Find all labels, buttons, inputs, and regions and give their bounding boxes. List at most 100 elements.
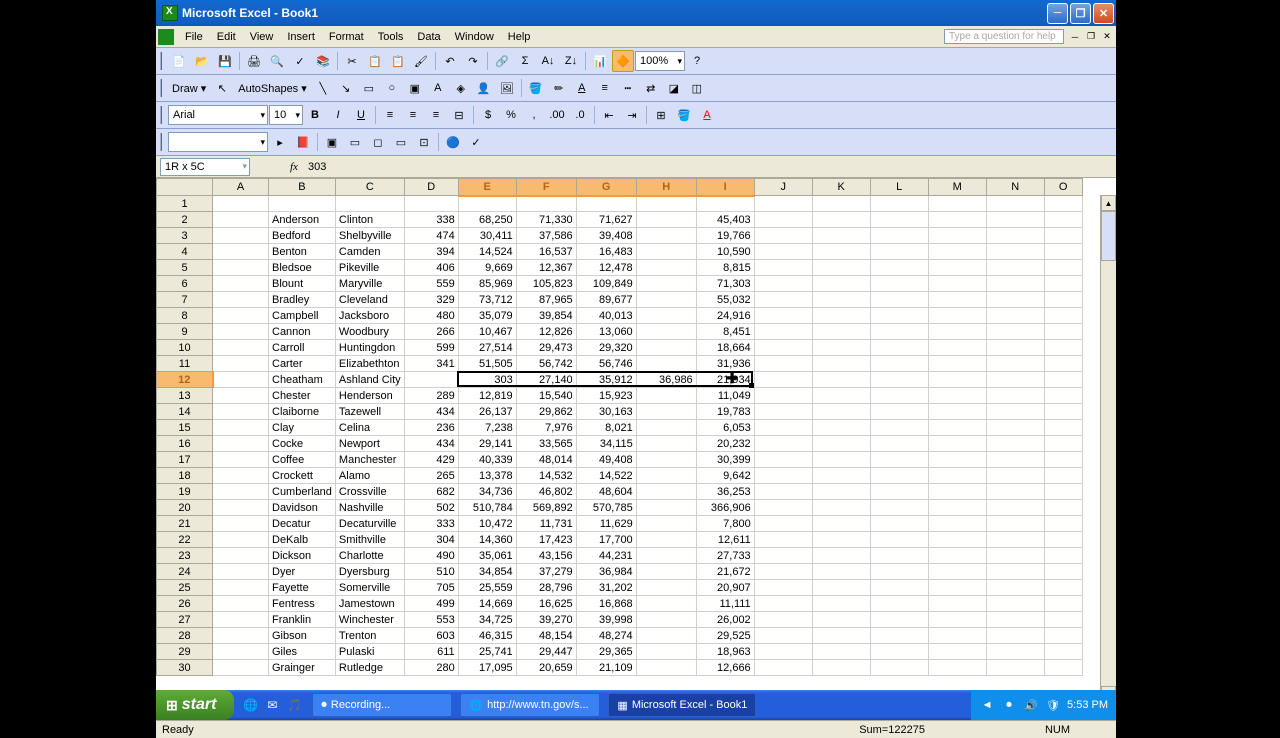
cell-B29[interactable]: Giles [269,644,336,660]
cell-J19[interactable] [754,484,812,500]
cell-K13[interactable] [812,388,870,404]
italic-icon[interactable]: I [327,104,349,126]
cell-N22[interactable] [986,532,1044,548]
cell-C15[interactable]: Celina [335,420,404,436]
cell-K8[interactable] [812,308,870,324]
cell-L30[interactable] [870,660,928,676]
cell-J18[interactable] [754,468,812,484]
diagram-icon[interactable]: ◈ [450,77,472,99]
cell-L2[interactable] [870,212,928,228]
cell-F25[interactable]: 28,796 [516,580,576,596]
cell-D16[interactable]: 434 [404,436,458,452]
cell-N15[interactable] [986,420,1044,436]
cell-M30[interactable] [928,660,986,676]
cell-D11[interactable]: 341 [404,356,458,372]
cell-B6[interactable]: Blount [269,276,336,292]
cell-B28[interactable]: Gibson [269,628,336,644]
arrow-style-icon[interactable]: ⇄ [640,77,662,99]
row-header-29[interactable]: 29 [157,644,213,660]
cell-G8[interactable]: 40,013 [576,308,636,324]
cell-H16[interactable] [636,436,696,452]
font-color-icon[interactable]: A [696,104,718,126]
line-icon[interactable]: ╲ [312,77,334,99]
cell-C1[interactable] [335,196,404,212]
maximize-button[interactable]: ❐ [1070,3,1091,24]
cell-J2[interactable] [754,212,812,228]
menu-data[interactable]: Data [410,29,447,45]
spreadsheet-grid[interactable]: ABCDEFGHIJKLMNO12AndersonClinton33868,25… [156,178,1116,702]
cell-B26[interactable]: Fentress [269,596,336,612]
cell-K11[interactable] [812,356,870,372]
cell-L9[interactable] [870,324,928,340]
cut-icon[interactable]: ✂ [341,50,363,72]
row-header-25[interactable]: 25 [157,580,213,596]
toolbar-grip[interactable] [160,133,164,151]
cell-C25[interactable]: Somerville [335,580,404,596]
cell-H6[interactable] [636,276,696,292]
font-name-dropdown[interactable]: Arial [168,105,268,125]
cell-A15[interactable] [213,420,269,436]
cell-A16[interactable] [213,436,269,452]
cell-B30[interactable]: Grainger [269,660,336,676]
cell-O3[interactable] [1044,228,1082,244]
fill-color-icon[interactable]: 🪣 [525,77,547,99]
cell-I17[interactable]: 30,399 [696,452,754,468]
3d-icon[interactable]: ◫ [686,77,708,99]
cell-B20[interactable]: Davidson [269,500,336,516]
line-style-icon[interactable]: ≡ [594,77,616,99]
cell-G12[interactable]: 35,912 [576,372,636,388]
cell-J3[interactable] [754,228,812,244]
bold-icon[interactable]: B [304,104,326,126]
cell-I26[interactable]: 11,111 [696,596,754,612]
cell-G30[interactable]: 21,109 [576,660,636,676]
print-icon[interactable]: 🖨 [243,50,265,72]
cell-A11[interactable] [213,356,269,372]
cell-B16[interactable]: Cocke [269,436,336,452]
cell-A2[interactable] [213,212,269,228]
system-tray[interactable]: ◄ ⏺ 🔊 🛡 5:53 PM [971,690,1116,720]
cell-A3[interactable] [213,228,269,244]
cell-H28[interactable] [636,628,696,644]
cell-F1[interactable] [516,196,576,212]
scroll-thumb[interactable] [1101,211,1116,261]
cell-M8[interactable] [928,308,986,324]
cell-F3[interactable]: 37,586 [516,228,576,244]
cell-O29[interactable] [1044,644,1082,660]
cell-C4[interactable]: Camden [335,244,404,260]
cell-J15[interactable] [754,420,812,436]
cell-D7[interactable]: 329 [404,292,458,308]
row-header-18[interactable]: 18 [157,468,213,484]
cell-F10[interactable]: 29,473 [516,340,576,356]
cell-F17[interactable]: 48,014 [516,452,576,468]
cell-N29[interactable] [986,644,1044,660]
cell-C10[interactable]: Huntingdon [335,340,404,356]
column-header-E[interactable]: E [458,179,516,196]
font-color-icon[interactable]: A [571,77,593,99]
cell-G14[interactable]: 30,163 [576,404,636,420]
cell-J30[interactable] [754,660,812,676]
cell-O16[interactable] [1044,436,1082,452]
cell-N20[interactable] [986,500,1044,516]
rectangle-icon[interactable]: ▭ [358,77,380,99]
cell-G9[interactable]: 13,060 [576,324,636,340]
cell-H14[interactable] [636,404,696,420]
cell-G21[interactable]: 11,629 [576,516,636,532]
cell-K27[interactable] [812,612,870,628]
draw-menu[interactable]: Draw ▾ [168,77,210,99]
cell-C9[interactable]: Woodbury [335,324,404,340]
extra-dropdown[interactable] [168,132,268,152]
cell-H22[interactable] [636,532,696,548]
cell-I16[interactable]: 20,232 [696,436,754,452]
cell-N14[interactable] [986,404,1044,420]
hyperlink-icon[interactable]: 🔗 [491,50,513,72]
cell-B13[interactable]: Chester [269,388,336,404]
cell-K23[interactable] [812,548,870,564]
cell-G7[interactable]: 89,677 [576,292,636,308]
menu-file[interactable]: File [178,29,210,45]
cell-C28[interactable]: Trenton [335,628,404,644]
cell-E27[interactable]: 34,725 [458,612,516,628]
paste-icon[interactable]: 📋 [387,50,409,72]
cell-L27[interactable] [870,612,928,628]
cell-B7[interactable]: Bradley [269,292,336,308]
cell-K7[interactable] [812,292,870,308]
